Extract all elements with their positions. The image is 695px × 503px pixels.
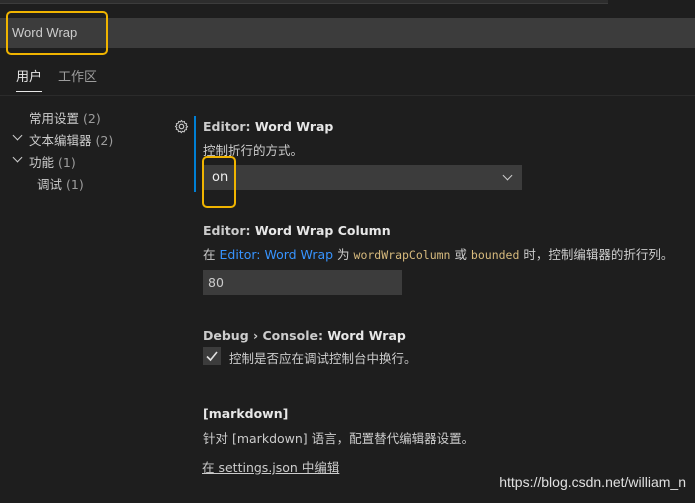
gear-icon[interactable]: [174, 119, 189, 134]
setting-name: Word Wrap: [254, 119, 334, 134]
setting-title-markdown: [markdown]: [203, 406, 289, 421]
tree-item-count: (2): [83, 111, 101, 126]
chevron-down-icon[interactable]: [12, 130, 23, 141]
tree-item-label: 调试: [37, 177, 63, 192]
console-word-wrap-checkbox[interactable]: [203, 347, 221, 365]
setting-link[interactable]: Editor: Word Wrap: [219, 247, 333, 262]
tree-item-common[interactable]: 常用设置 (2): [29, 108, 101, 127]
setting-description: 控制是否应在调试控制台中换行。: [229, 351, 417, 366]
watermark: https://blog.csdn.net/william_n: [499, 474, 686, 490]
desc-text: 时，控制编辑器的折行列。: [519, 247, 674, 262]
tree-item-label: 文本编辑器: [29, 133, 92, 148]
tree-item-count: (1): [66, 177, 84, 192]
setting-description: 针对 [markdown] 语言，配置替代编辑器设置。: [203, 431, 475, 446]
tab-workspace[interactable]: 工作区: [58, 66, 97, 91]
word-wrap-select[interactable]: on: [203, 165, 522, 190]
input-value: 80: [208, 275, 224, 290]
desc-text: 为: [333, 247, 354, 262]
tree-item-text-editor[interactable]: 文本编辑器 (2): [29, 130, 113, 149]
tabs-divider: [0, 95, 695, 96]
setting-title-console-word-wrap: Debug › Console: Word Wrap: [203, 328, 406, 343]
annotation-highlight-select: [202, 156, 236, 208]
chevron-down-icon[interactable]: [12, 152, 23, 163]
setting-category: Editor:: [203, 223, 255, 238]
tree-item-count: (1): [58, 155, 76, 170]
desc-text: 在: [203, 247, 220, 262]
word-wrap-column-input[interactable]: 80: [203, 270, 402, 295]
tree-item-count: (2): [95, 133, 114, 148]
setting-category: Editor:: [203, 119, 255, 134]
top-strip: [0, 0, 608, 4]
tree-item-features[interactable]: 功能 (1): [29, 152, 76, 171]
chevron-down-icon: [502, 170, 513, 181]
tree-item-debug[interactable]: 调试 (1): [37, 174, 84, 193]
code-value: wordWrapColumn: [353, 248, 451, 262]
tree-item-label: 常用设置: [29, 111, 80, 126]
tree-item-label: 功能: [29, 155, 55, 170]
edit-in-settings-json-link[interactable]: 在 settings.json 中编辑: [202, 457, 339, 476]
setting-focus-indicator: [194, 116, 196, 192]
setting-category: Debug › Console:: [203, 328, 328, 343]
desc-text: 或: [450, 247, 471, 262]
setting-name: Word Wrap: [327, 328, 406, 343]
setting-description: 在 Editor: Word Wrap 为 wordWrapColumn 或 b…: [203, 244, 673, 263]
setting-name: Word Wrap Column: [254, 223, 391, 238]
tab-user[interactable]: 用户: [16, 66, 43, 92]
check-icon: [206, 351, 218, 362]
setting-title-word-wrap-column: Editor: Word Wrap Column: [203, 223, 391, 238]
annotation-highlight-search: [6, 11, 108, 55]
setting-title-word-wrap: Editor: Word Wrap: [203, 119, 333, 134]
code-value: bounded: [470, 248, 520, 262]
